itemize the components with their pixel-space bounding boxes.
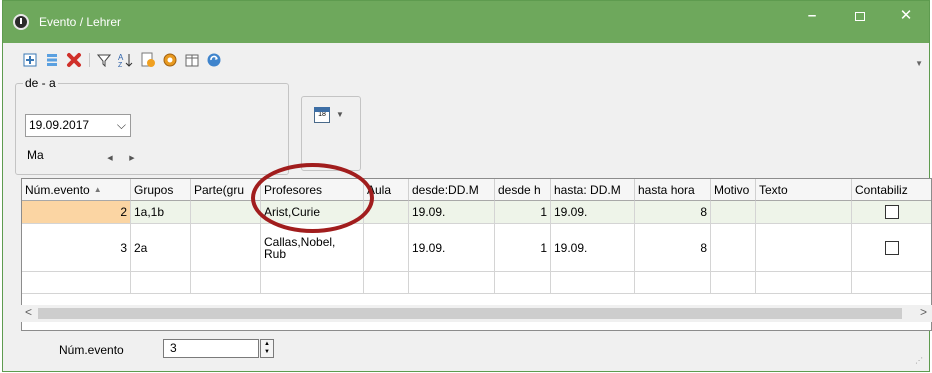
column-header[interactable]: Contabiliz <box>852 179 931 201</box>
svg-text:A: A <box>118 53 124 62</box>
column-header[interactable]: Núm.evento ▲ <box>22 179 131 201</box>
column-header[interactable]: hasta: DD.M <box>551 179 635 201</box>
column-header[interactable]: desde h <box>495 179 551 201</box>
cell-num[interactable]: 3 <box>22 224 131 272</box>
cell-aula[interactable] <box>364 201 409 224</box>
cell-contabiliz[interactable] <box>852 224 931 272</box>
cell-profesores[interactable]: Arist,Curie <box>261 201 364 224</box>
grid-header-row: Núm.evento ▲ Grupos Parte(gru Profesores … <box>22 179 931 201</box>
date-value: 19.09.2017 <box>29 118 90 132</box>
maximize-button[interactable] <box>837 1 883 31</box>
arrow-right-icon[interactable]: ▶ <box>129 154 134 162</box>
checkbox[interactable] <box>885 240 899 255</box>
table-row[interactable]: 2 1a,1b Arist,Curie 19.09. 1 19.09. 8 <box>22 201 931 224</box>
column-header[interactable]: Aula <box>364 179 409 201</box>
column-header[interactable]: Profesores <box>261 179 364 201</box>
main-window: Evento / Lehrer – ✕ AZ ▼ de - a 19.09.20… <box>2 0 932 372</box>
cell-motivo[interactable] <box>711 201 756 224</box>
filter-icon[interactable] <box>95 51 113 69</box>
column-header[interactable]: hasta hora <box>635 179 711 201</box>
empty-row[interactable] <box>22 272 931 294</box>
delete-icon[interactable] <box>65 51 83 69</box>
column-header[interactable]: Grupos <box>131 179 191 201</box>
scrollbar-thumb[interactable] <box>38 308 902 319</box>
cell-num[interactable]: 2 <box>22 201 131 224</box>
cell-parte[interactable] <box>191 224 261 272</box>
cell-aula[interactable] <box>364 224 409 272</box>
date-range-label: de - a <box>23 76 58 90</box>
report-icon[interactable] <box>139 51 157 69</box>
toolbar-separator <box>89 53 90 67</box>
cell-hasta-hora[interactable]: 8 <box>635 201 711 224</box>
svg-text:Z: Z <box>118 62 123 68</box>
column-header[interactable]: Parte(gru <box>191 179 261 201</box>
cell-desde-hora[interactable]: 1 <box>495 201 551 224</box>
cell-motivo[interactable] <box>711 224 756 272</box>
cell-hasta-hora[interactable]: 8 <box>635 224 711 272</box>
minimize-button[interactable]: – <box>789 1 835 31</box>
maximize-icon <box>855 11 865 21</box>
scroll-left-icon[interactable]: < <box>25 305 32 319</box>
list-icon[interactable] <box>43 51 61 69</box>
weekday-label: Ma <box>27 148 44 162</box>
settings-gear-icon[interactable] <box>161 51 179 69</box>
event-number-input[interactable]: 3 <box>163 339 259 358</box>
sort-icon[interactable]: AZ <box>117 51 135 69</box>
title-bar: Evento / Lehrer – ✕ <box>3 1 929 43</box>
checkbox[interactable] <box>885 205 899 219</box>
cell-grupos[interactable]: 1a,1b <box>131 201 191 224</box>
cell-hasta[interactable]: 19.09. <box>551 224 635 272</box>
cell-texto[interactable] <box>756 224 852 272</box>
cell-desde[interactable]: 19.09. <box>409 224 495 272</box>
table-row[interactable]: 3 2a Callas,Nobel, Rub 19.09. 1 19.09. 8 <box>22 224 931 272</box>
cell-desde-hora[interactable]: 1 <box>495 224 551 272</box>
calendar-icon: 18 <box>314 107 330 123</box>
column-header[interactable]: Motivo <box>711 179 756 201</box>
add-row-icon[interactable] <box>21 51 39 69</box>
window-title: Evento / Lehrer <box>39 15 122 29</box>
close-button[interactable]: ✕ <box>883 1 929 31</box>
date-stepper[interactable]: ◀ ▶ <box>99 151 143 165</box>
calendar-dropdown-button[interactable]: 18 ▼ <box>301 96 361 171</box>
cell-profesores[interactable]: Callas,Nobel, Rub <box>261 224 364 272</box>
calendar-view-icon[interactable] <box>183 51 201 69</box>
chevron-down-icon[interactable]: ⌵ <box>117 115 126 136</box>
horizontal-scrollbar[interactable]: < > <box>21 305 932 322</box>
cell-texto[interactable] <box>756 201 852 224</box>
refresh-icon[interactable] <box>205 51 223 69</box>
arrow-left-icon[interactable]: ◀ <box>107 154 112 162</box>
column-header[interactable]: desde:DD.M <box>409 179 495 201</box>
cell-hasta[interactable]: 19.09. <box>551 201 635 224</box>
cell-desde[interactable]: 19.09. <box>409 201 495 224</box>
event-number-stepper[interactable]: ▲ ▼ <box>260 339 274 358</box>
cell-grupos[interactable]: 2a <box>131 224 191 272</box>
chevron-down-icon: ▼ <box>336 110 344 119</box>
resize-grip-icon[interactable]: ⋰ <box>915 356 923 365</box>
cell-parte[interactable] <box>191 201 261 224</box>
event-number-label: Núm.evento <box>59 343 124 357</box>
toolbar-overflow-icon[interactable]: ▼ <box>915 59 923 68</box>
app-clock-icon <box>13 14 29 30</box>
sort-ascending-icon: ▲ <box>93 185 102 194</box>
date-picker[interactable]: 19.09.2017 ⌵ <box>25 114 131 137</box>
toolbar: AZ ▼ <box>3 43 929 71</box>
column-header[interactable]: Texto <box>756 179 852 201</box>
scroll-right-icon[interactable]: > <box>920 305 927 319</box>
cell-contabiliz[interactable] <box>852 201 931 224</box>
